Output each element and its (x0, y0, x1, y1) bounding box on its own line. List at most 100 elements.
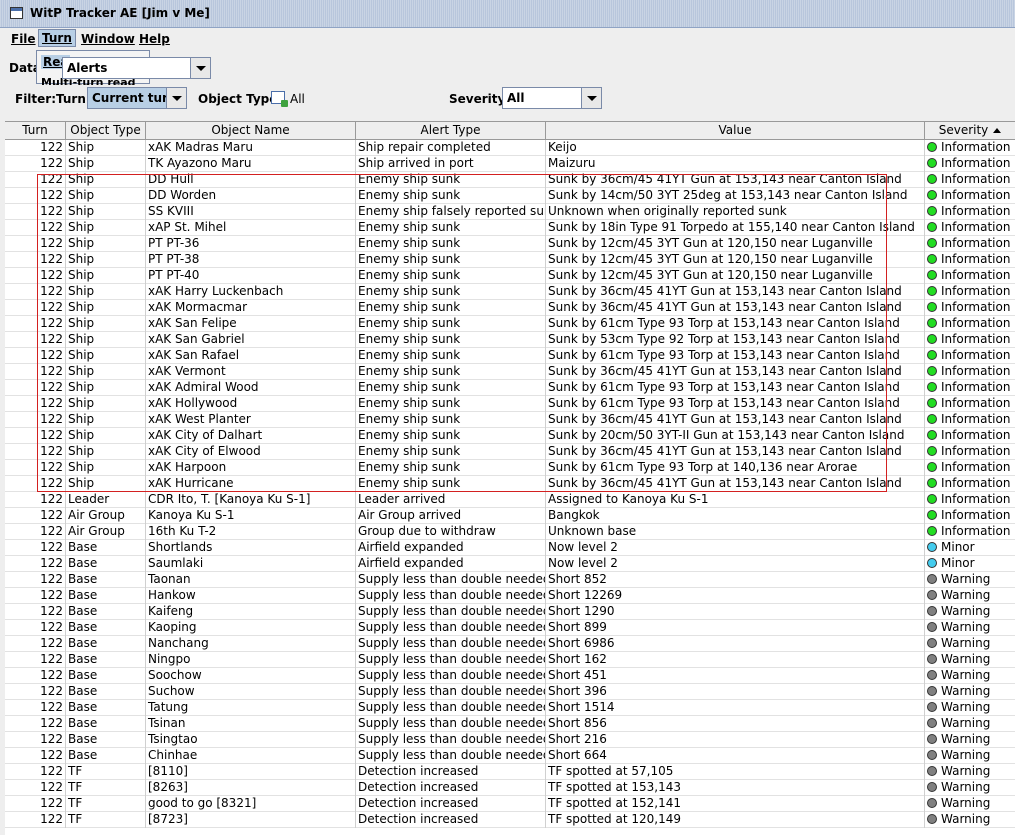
severity-label: Information (941, 348, 1011, 362)
table-row[interactable]: 122 Ship PT PT-36 Enemy ship sunk Sunk by 12… (5, 236, 1015, 252)
table-row[interactable]: 122 Ship xAK West Planter Enemy ship sunk Su… (5, 412, 1015, 428)
column-header-alert-type[interactable]: Alert Type (356, 122, 546, 139)
turn-filter-combo[interactable]: Current turn (87, 87, 187, 109)
column-header-severity-label: Severity (938, 123, 989, 137)
object-type-filter-icon[interactable] (271, 91, 288, 107)
cell-value: Sunk by 36cm/45 41YT Gun at 153,143 near… (546, 476, 925, 492)
cell-value: TF spotted at 152,141 (546, 796, 925, 812)
table-row[interactable]: 122 Base Tatung Supply less than double nee… (5, 700, 1015, 716)
cell-object-name: xAP St. Mihel (146, 220, 356, 236)
column-header-object-type[interactable]: Object Type (66, 122, 146, 139)
column-header-turn[interactable]: Turn (5, 122, 66, 139)
table-row[interactable]: 122 Base Ningpo Supply less than double nee… (5, 652, 1015, 668)
table-row[interactable]: 122 Ship xAK Mormacmar Enemy ship sunk Sunk … (5, 300, 1015, 316)
severity-information-icon (927, 142, 937, 152)
cell-object-name: Kaifeng (146, 604, 356, 620)
table-row[interactable]: 122 Base Hankow Supply less than double nee… (5, 588, 1015, 604)
column-header-severity[interactable]: Severity (925, 122, 1015, 139)
cell-object-type: Ship (66, 476, 146, 492)
severity-label: Warning (941, 780, 991, 794)
severity-label: Information (941, 156, 1011, 170)
menu-file[interactable]: File (8, 31, 39, 47)
severity-information-icon (927, 190, 937, 200)
table-row[interactable]: 122 TF [8110] Detection increased TF spotted… (5, 764, 1015, 780)
cell-value: Sunk by 12cm/45 3YT Gun at 120,150 near … (546, 236, 925, 252)
table-row[interactable]: 122 Ship TK Ayazono Maru Ship arrived in po… (5, 156, 1015, 172)
severity-label: Information (941, 444, 1011, 458)
table-row[interactable]: 122 Ship PT PT-38 Enemy ship sunk Sunk by 12… (5, 252, 1015, 268)
cell-turn: 122 (5, 140, 66, 156)
table-row[interactable]: 122 Ship xAP St. Mihel Enemy ship sunk Sunk … (5, 220, 1015, 236)
severity-filter-value: All (507, 91, 525, 105)
cell-object-type: Base (66, 748, 146, 764)
cell-object-name: Nanchang (146, 636, 356, 652)
table-row[interactable]: 122 Base Kaifeng Supply less than double ne… (5, 604, 1015, 620)
table-row[interactable]: 122 Ship xAK San Rafael Enemy ship sunk Sunk… (5, 348, 1015, 364)
cell-object-type: Base (66, 668, 146, 684)
cell-severity: Information (925, 524, 1015, 540)
table-row[interactable]: 122 Ship DD Hull Enemy ship sunk Sunk by 36c… (5, 172, 1015, 188)
severity-label: Information (941, 188, 1011, 202)
table-row[interactable]: 122 TF [8723] Detection increased TF spotted… (5, 812, 1015, 828)
cell-object-type: Ship (66, 316, 146, 332)
table-row[interactable]: 122 Base Shortlands Airfield expanded Now le… (5, 540, 1015, 556)
table-row[interactable]: 122 Base Suchow Supply less than double nee… (5, 684, 1015, 700)
column-header-value[interactable]: Value (546, 122, 925, 139)
cell-alert-type: Supply less than double needed (358, 636, 546, 652)
table-row[interactable]: 122 Ship SS KVIII Enemy ship falsely report… (5, 204, 1015, 220)
table-row[interactable]: 122 Air Group Kanoya Ku S-1 Air Group arriv… (5, 508, 1015, 524)
cell-alert-type: Detection increased (356, 812, 546, 828)
cell-object-name: xAK Admiral Wood (146, 380, 356, 396)
cell-severity: Warning (925, 764, 1015, 780)
table-row[interactable]: 122 Leader CDR Ito, T. [Kanoya Ku S-1] Lead… (5, 492, 1015, 508)
menu-help[interactable]: Help (136, 31, 173, 47)
column-header-object-name[interactable]: Object Name (146, 122, 356, 139)
cell-alert-type: Group due to withdraw (356, 524, 546, 540)
table-row[interactable]: 122 Ship xAK Admiral Wood Enemy ship sunk Su… (5, 380, 1015, 396)
cell-alert-type: Supply less than double needed (358, 732, 546, 748)
chevron-down-icon[interactable] (190, 58, 210, 78)
severity-label: Information (941, 508, 1011, 522)
filter-label: Filter: (15, 92, 57, 106)
data-combo[interactable]: Alerts (62, 57, 211, 79)
table-row[interactable]: 122 Base Tsingtao Supply less than double n… (5, 732, 1015, 748)
table-row[interactable]: 122 Ship PT PT-40 Enemy ship sunk Sunk by 12… (5, 268, 1015, 284)
table-row[interactable]: 122 TF good to go [8321] Detection increase… (5, 796, 1015, 812)
table-row[interactable]: 122 Ship xAK Vermont Enemy ship sunk Sunk by… (5, 364, 1015, 380)
object-type-value[interactable]: All (290, 92, 305, 106)
cell-value: Sunk by 36cm/45 41YT Gun at 153,143 near… (546, 444, 925, 460)
cell-turn: 122 (5, 668, 66, 684)
menu-turn[interactable]: Turn (38, 29, 76, 47)
table-row[interactable]: 122 TF [8263] Detection increased TF spotted… (5, 780, 1015, 796)
severity-warning-icon (927, 814, 937, 824)
table-row[interactable]: 122 Base Tsinan Supply less than double nee… (5, 716, 1015, 732)
table-row[interactable]: 122 Base Soochow Supply less than double ne… (5, 668, 1015, 684)
table-row[interactable]: 122 Ship xAK Hurricane Enemy ship sunk Sunk … (5, 476, 1015, 492)
severity-filter-combo[interactable]: All (502, 87, 602, 109)
cell-alert-type: Detection increased (356, 780, 546, 796)
table-row[interactable]: 122 Ship xAK Madras Maru Ship repair comple… (5, 140, 1015, 156)
cell-value: Sunk by 61cm Type 93 Torp at 153,143 nea… (546, 348, 925, 364)
table-row[interactable]: 122 Base Taonan Supply less than double nee… (5, 572, 1015, 588)
severity-label: Warning (941, 636, 991, 650)
table-row[interactable]: 122 Ship xAK Harry Luckenbach Enemy ship su… (5, 284, 1015, 300)
table-row[interactable]: 122 Ship xAK Harpoon Enemy ship sunk Sunk by… (5, 460, 1015, 476)
table-row[interactable]: 122 Ship xAK San Felipe Enemy ship sunk Sunk… (5, 316, 1015, 332)
table-row[interactable]: 122 Base Saumlaki Airfield expanded Now leve… (5, 556, 1015, 572)
table-row[interactable]: 122 Ship DD Worden Enemy ship sunk Sunk by 1… (5, 188, 1015, 204)
cell-object-name: Tsingtao (146, 732, 356, 748)
chevron-down-icon[interactable] (581, 88, 601, 108)
cell-alert-type: Supply less than double needed (358, 572, 546, 588)
chevron-down-icon[interactable] (166, 88, 186, 108)
table-row[interactable]: 122 Ship xAK San Gabriel Enemy ship sunk Sun… (5, 332, 1015, 348)
table-row[interactable]: 122 Ship xAK City of Dalhart Enemy ship sun… (5, 428, 1015, 444)
table-row[interactable]: 122 Base Nanchang Supply less than double n… (5, 636, 1015, 652)
table-row[interactable]: 122 Ship xAK City of Elwood Enemy ship sunk… (5, 444, 1015, 460)
severity-label: Information (941, 268, 1011, 282)
table-row[interactable]: 122 Base Chinhae Supply less than double ne… (5, 748, 1015, 764)
cell-object-type: Air Group (66, 524, 146, 540)
menu-window[interactable]: Window (78, 31, 138, 47)
table-row[interactable]: 122 Air Group 16th Ku T-2 Group due to with… (5, 524, 1015, 540)
table-row[interactable]: 122 Ship xAK Hollywood Enemy ship sunk Sunk … (5, 396, 1015, 412)
table-row[interactable]: 122 Base Kaoping Supply less than double ne… (5, 620, 1015, 636)
